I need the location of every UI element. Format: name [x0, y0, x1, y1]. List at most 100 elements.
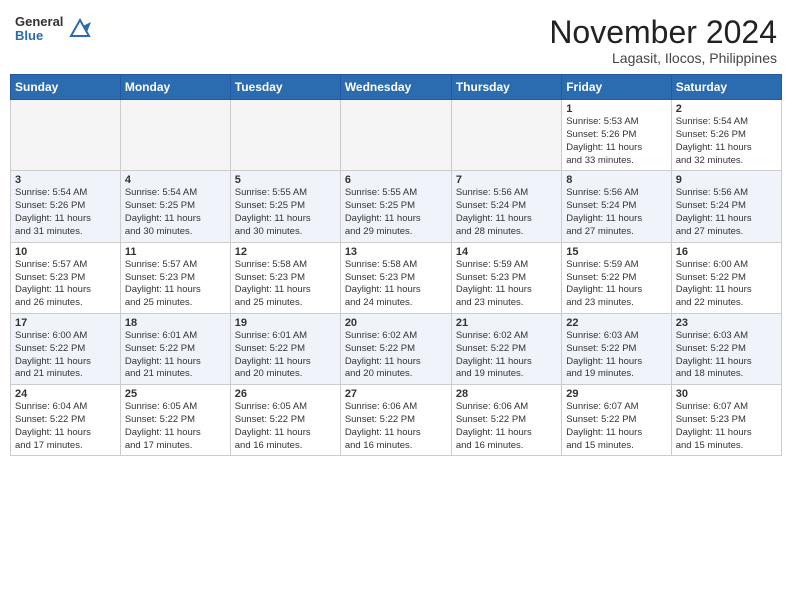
calendar-day-cell: 6Sunrise: 5:55 AM Sunset: 5:25 PM Daylig…: [340, 171, 451, 242]
day-header-friday: Friday: [562, 75, 671, 100]
day-info: Sunrise: 6:04 AM Sunset: 5:22 PM Dayligh…: [15, 401, 116, 452]
day-info: Sunrise: 5:59 AM Sunset: 5:23 PM Dayligh…: [456, 259, 557, 310]
day-number: 23: [676, 317, 777, 329]
calendar-day-cell: 27Sunrise: 6:06 AM Sunset: 5:22 PM Dayli…: [340, 385, 451, 456]
title-block: November 2024 Lagasit, Ilocos, Philippin…: [549, 15, 777, 66]
day-info: Sunrise: 5:55 AM Sunset: 5:25 PM Dayligh…: [235, 187, 336, 238]
calendar-day-cell: 7Sunrise: 5:56 AM Sunset: 5:24 PM Daylig…: [451, 171, 561, 242]
day-info: Sunrise: 5:54 AM Sunset: 5:25 PM Dayligh…: [125, 187, 226, 238]
day-number: 26: [235, 388, 336, 400]
day-info: Sunrise: 5:56 AM Sunset: 5:24 PM Dayligh…: [566, 187, 666, 238]
calendar-day-cell: 29Sunrise: 6:07 AM Sunset: 5:22 PM Dayli…: [562, 385, 671, 456]
day-header-tuesday: Tuesday: [230, 75, 340, 100]
calendar-day-cell: 23Sunrise: 6:03 AM Sunset: 5:22 PM Dayli…: [671, 313, 781, 384]
day-header-saturday: Saturday: [671, 75, 781, 100]
day-number: 14: [456, 246, 557, 258]
calendar-week-row: 10Sunrise: 5:57 AM Sunset: 5:23 PM Dayli…: [11, 242, 782, 313]
day-info: Sunrise: 5:55 AM Sunset: 5:25 PM Dayligh…: [345, 187, 447, 238]
calendar-day-cell: 13Sunrise: 5:58 AM Sunset: 5:23 PM Dayli…: [340, 242, 451, 313]
day-number: 27: [345, 388, 447, 400]
calendar-day-cell: 14Sunrise: 5:59 AM Sunset: 5:23 PM Dayli…: [451, 242, 561, 313]
day-number: 2: [676, 103, 777, 115]
day-number: 5: [235, 174, 336, 186]
calendar-week-row: 3Sunrise: 5:54 AM Sunset: 5:26 PM Daylig…: [11, 171, 782, 242]
day-info: Sunrise: 5:58 AM Sunset: 5:23 PM Dayligh…: [235, 259, 336, 310]
day-info: Sunrise: 5:56 AM Sunset: 5:24 PM Dayligh…: [456, 187, 557, 238]
calendar-day-cell: 24Sunrise: 6:04 AM Sunset: 5:22 PM Dayli…: [11, 385, 121, 456]
calendar-week-row: 17Sunrise: 6:00 AM Sunset: 5:22 PM Dayli…: [11, 313, 782, 384]
logo-blue-text: Blue: [15, 29, 63, 43]
day-header-thursday: Thursday: [451, 75, 561, 100]
day-info: Sunrise: 6:03 AM Sunset: 5:22 PM Dayligh…: [676, 330, 777, 381]
calendar-day-cell: 20Sunrise: 6:02 AM Sunset: 5:22 PM Dayli…: [340, 313, 451, 384]
day-info: Sunrise: 5:54 AM Sunset: 5:26 PM Dayligh…: [15, 187, 116, 238]
calendar-day-cell: 3Sunrise: 5:54 AM Sunset: 5:26 PM Daylig…: [11, 171, 121, 242]
day-number: 6: [345, 174, 447, 186]
day-info: Sunrise: 5:54 AM Sunset: 5:26 PM Dayligh…: [676, 116, 777, 167]
day-header-monday: Monday: [120, 75, 230, 100]
day-info: Sunrise: 6:02 AM Sunset: 5:22 PM Dayligh…: [456, 330, 557, 381]
day-number: 10: [15, 246, 116, 258]
calendar-day-cell: 16Sunrise: 6:00 AM Sunset: 5:22 PM Dayli…: [671, 242, 781, 313]
day-number: 7: [456, 174, 557, 186]
calendar-day-cell: 26Sunrise: 6:05 AM Sunset: 5:22 PM Dayli…: [230, 385, 340, 456]
logo: General Blue: [15, 15, 91, 44]
day-info: Sunrise: 5:57 AM Sunset: 5:23 PM Dayligh…: [125, 259, 226, 310]
month-year-title: November 2024: [549, 15, 777, 50]
day-info: Sunrise: 5:56 AM Sunset: 5:24 PM Dayligh…: [676, 187, 777, 238]
calendar-day-cell: 22Sunrise: 6:03 AM Sunset: 5:22 PM Dayli…: [562, 313, 671, 384]
calendar-day-cell: 25Sunrise: 6:05 AM Sunset: 5:22 PM Dayli…: [120, 385, 230, 456]
day-info: Sunrise: 6:06 AM Sunset: 5:22 PM Dayligh…: [345, 401, 447, 452]
calendar-day-cell: 5Sunrise: 5:55 AM Sunset: 5:25 PM Daylig…: [230, 171, 340, 242]
day-number: 8: [566, 174, 666, 186]
day-number: 28: [456, 388, 557, 400]
day-info: Sunrise: 6:05 AM Sunset: 5:22 PM Dayligh…: [235, 401, 336, 452]
calendar-day-cell: 19Sunrise: 6:01 AM Sunset: 5:22 PM Dayli…: [230, 313, 340, 384]
day-number: 15: [566, 246, 666, 258]
calendar-day-cell: 12Sunrise: 5:58 AM Sunset: 5:23 PM Dayli…: [230, 242, 340, 313]
calendar-day-cell: 10Sunrise: 5:57 AM Sunset: 5:23 PM Dayli…: [11, 242, 121, 313]
calendar-week-row: 1Sunrise: 5:53 AM Sunset: 5:26 PM Daylig…: [11, 100, 782, 171]
day-info: Sunrise: 6:07 AM Sunset: 5:22 PM Dayligh…: [566, 401, 666, 452]
day-number: 21: [456, 317, 557, 329]
day-header-sunday: Sunday: [11, 75, 121, 100]
calendar-day-cell: [120, 100, 230, 171]
day-number: 19: [235, 317, 336, 329]
calendar-day-cell: [340, 100, 451, 171]
calendar-day-cell: 4Sunrise: 5:54 AM Sunset: 5:25 PM Daylig…: [120, 171, 230, 242]
day-info: Sunrise: 6:06 AM Sunset: 5:22 PM Dayligh…: [456, 401, 557, 452]
calendar-day-cell: 1Sunrise: 5:53 AM Sunset: 5:26 PM Daylig…: [562, 100, 671, 171]
day-number: 3: [15, 174, 116, 186]
day-number: 22: [566, 317, 666, 329]
page-header: General Blue November 2024 Lagasit, Iloc…: [10, 10, 782, 66]
day-number: 4: [125, 174, 226, 186]
calendar-day-cell: 30Sunrise: 6:07 AM Sunset: 5:23 PM Dayli…: [671, 385, 781, 456]
calendar-day-cell: [11, 100, 121, 171]
day-header-wednesday: Wednesday: [340, 75, 451, 100]
day-number: 9: [676, 174, 777, 186]
day-info: Sunrise: 6:00 AM Sunset: 5:22 PM Dayligh…: [676, 259, 777, 310]
calendar-day-cell: 17Sunrise: 6:00 AM Sunset: 5:22 PM Dayli…: [11, 313, 121, 384]
day-number: 25: [125, 388, 226, 400]
calendar-day-cell: 15Sunrise: 5:59 AM Sunset: 5:22 PM Dayli…: [562, 242, 671, 313]
calendar-day-cell: 21Sunrise: 6:02 AM Sunset: 5:22 PM Dayli…: [451, 313, 561, 384]
calendar-day-cell: 8Sunrise: 5:56 AM Sunset: 5:24 PM Daylig…: [562, 171, 671, 242]
day-number: 13: [345, 246, 447, 258]
day-number: 1: [566, 103, 666, 115]
calendar-header-row: SundayMondayTuesdayWednesdayThursdayFrid…: [11, 75, 782, 100]
day-number: 18: [125, 317, 226, 329]
day-number: 24: [15, 388, 116, 400]
day-number: 30: [676, 388, 777, 400]
calendar-week-row: 24Sunrise: 6:04 AM Sunset: 5:22 PM Dayli…: [11, 385, 782, 456]
logo-general-text: General: [15, 15, 63, 29]
day-info: Sunrise: 5:58 AM Sunset: 5:23 PM Dayligh…: [345, 259, 447, 310]
day-info: Sunrise: 6:05 AM Sunset: 5:22 PM Dayligh…: [125, 401, 226, 452]
calendar-day-cell: 28Sunrise: 6:06 AM Sunset: 5:22 PM Dayli…: [451, 385, 561, 456]
location-subtitle: Lagasit, Ilocos, Philippines: [549, 50, 777, 66]
day-info: Sunrise: 6:07 AM Sunset: 5:23 PM Dayligh…: [676, 401, 777, 452]
calendar-day-cell: 9Sunrise: 5:56 AM Sunset: 5:24 PM Daylig…: [671, 171, 781, 242]
day-info: Sunrise: 6:00 AM Sunset: 5:22 PM Dayligh…: [15, 330, 116, 381]
day-info: Sunrise: 6:03 AM Sunset: 5:22 PM Dayligh…: [566, 330, 666, 381]
calendar-day-cell: [230, 100, 340, 171]
day-info: Sunrise: 5:57 AM Sunset: 5:23 PM Dayligh…: [15, 259, 116, 310]
